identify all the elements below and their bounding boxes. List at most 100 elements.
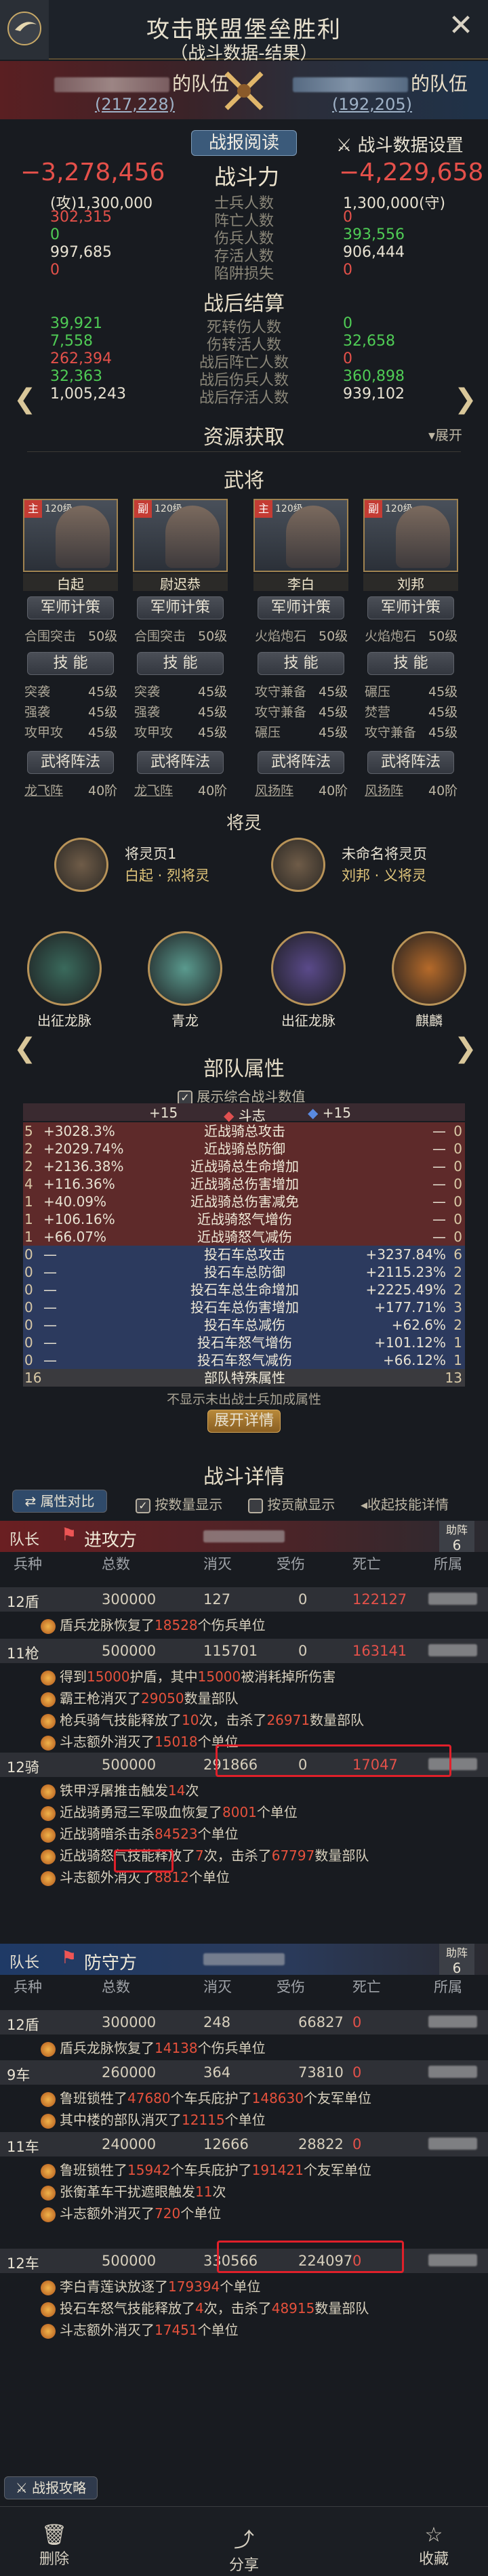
blurred-player-name [203,1530,285,1542]
delete-button[interactable]: 🗑 删除 [20,2523,88,2569]
close-icon[interactable]: ✕ [445,9,477,42]
beast-name: 麒麟 [415,1013,443,1029]
defender-source-count: 0 [453,1193,462,1210]
share-icon: ⤴ [234,2529,254,2552]
strategy-button[interactable]: 军师计策 [258,596,344,619]
troop-group-row[interactable]: 11车 240000 12666 28822 0 [0,2132,488,2156]
skill-icon [41,2091,56,2107]
prev-arrow-icon[interactable]: ❮ [14,1033,37,1064]
troop-group-row[interactable]: 9车 260000 364 73810 0 [0,2060,488,2085]
blurred-owner [428,1593,477,1605]
event-text: 个伤兵单位 [197,2040,266,2056]
troop-total: 300000 [102,2014,157,2030]
defender-power[interactable]: (192,205) [332,95,412,114]
skill-icon [41,1713,56,1729]
skill-name: 碾压 [365,684,391,699]
attribute-row: 2 +2136.38% 近战骑总生命增加 — 0 [23,1158,465,1175]
troop-group-row[interactable]: 11枪 500000 115701 0 163141 [0,1639,488,1663]
defender-bonus: — [432,1123,446,1139]
event-text: 15942 [127,2162,171,2178]
spirit-portrait[interactable] [271,838,325,892]
attacker-source-count: 16 [24,1370,42,1386]
defender-value: 939,102 [343,386,405,403]
troop-group-row[interactable]: 12盾 300000 248 66827 0 [0,2010,488,2035]
event-text: 14138 [155,2040,198,2056]
defender-bonus: — [432,1211,446,1227]
attacker-bonus: — [43,1246,57,1263]
strategy-button[interactable]: 军师计策 [367,596,454,619]
skills-button[interactable]: 技 能 [137,652,224,675]
blurred-name [293,77,408,92]
collect-button[interactable]: ☆ 收藏 [400,2523,468,2569]
option-label: 按贡献显示 [267,1496,336,1513]
skill-event: 鲁班锁牲了47680个车兵庇护了148630个友军单位 [41,2087,371,2109]
star-icon: ☆ [424,2523,443,2547]
commander-portrait[interactable]: 副 120级 [133,499,228,572]
skill-event: 斗志额外消灭了17451个单位 [41,2319,239,2341]
strategy-button[interactable]: 军师计策 [27,596,114,619]
beast-portrait[interactable] [392,931,466,1006]
option-label: 按数量显示 [155,1496,223,1513]
skill-name: 攻守兼备 [255,705,307,720]
expand-details-button[interactable]: 展开详情 [207,1410,281,1433]
commander-portrait[interactable]: 主 120级 [253,499,348,572]
show-by-quantity-checkbox[interactable]: ✓ 按数量显示 [136,1494,222,1513]
skills-button[interactable]: 技 能 [258,652,344,675]
attacker-power[interactable]: (217,228) [95,95,175,114]
event-text: 15000 [197,1669,241,1685]
attribute-compare-button[interactable]: ⇄ 属性对比 [12,1490,107,1513]
battle-guide-button[interactable]: ⚔ 战报攻略 [4,2476,98,2499]
stat-row: 7,558 伤转活人数 32,658 [0,333,488,354]
blurred-owner [428,2254,477,2266]
skills-button[interactable]: 技 能 [27,652,114,675]
stat-row: 1,005,243 战后存活人数 939,102 [0,386,488,407]
event-text: 数量部队 [184,1690,239,1706]
event-text: 枪兵骑气技能释放了 [60,1712,182,1728]
share-button[interactable]: ⤴ 分享 [210,2523,278,2575]
read-report-button[interactable]: 战报阅读 [191,130,297,156]
next-arrow-icon[interactable]: ❯ [454,1033,477,1064]
defender-source-count: 0 [453,1123,462,1139]
defender-bonus: — [432,1158,446,1174]
formation-button[interactable]: 武将阵法 [137,751,224,774]
spirit-portrait[interactable] [54,838,108,892]
troop-type: 12骑 [7,1759,39,1776]
commander-portrait[interactable]: 主 120级 [23,499,118,572]
troop-dead: 163141 [352,1643,407,1659]
beast-portrait[interactable] [271,931,346,1006]
skill-icon [41,1735,56,1751]
resources-title: 资源获取 [203,426,285,449]
beast-portrait[interactable] [148,931,222,1006]
prev-arrow-icon[interactable]: ❮ [14,384,37,415]
strategy-button[interactable]: 军师计策 [137,596,224,619]
defender-bonus: — [432,1229,446,1245]
troop-kill: 127 [203,1591,231,1608]
troop-group-row[interactable]: 12盾 300000 127 0 122127 [0,1587,488,1612]
formation-button[interactable]: 武将阵法 [367,751,454,774]
skill-name: 攻甲攻 [134,725,174,740]
defender-value: 0 [343,209,352,226]
show-by-contribution-checkbox[interactable]: 按贡献显示 [248,1494,335,1513]
attacker-value: 997,685 [50,244,112,261]
share-label: 分享 [228,2557,259,2574]
blue-shield-icon: ◆ [308,1105,323,1121]
collapse-skills-button[interactable]: ◂收起技能详情 [361,1494,449,1513]
skill-level: 45级 [198,684,228,699]
attribute-name: 近战骑怒气增伤 [197,1211,292,1227]
bottom-toolbar: 🗑 删除 ⤴ 分享 ☆ 收藏 [0,2506,488,2576]
attacker-power-change: −3,278,456 [20,159,165,186]
battle-data-settings-button[interactable]: ⚔ 战斗数据设置 [336,131,464,157]
expand-button[interactable]: ▾展开 [428,424,462,444]
next-arrow-icon[interactable]: ❯ [454,384,477,415]
show-combined-stats-checkbox[interactable]: ✓ 展示综合战斗数值 [178,1086,305,1105]
formation-button[interactable]: 武将阵法 [27,751,114,774]
beast-portrait[interactable] [27,931,102,1006]
troop-attributes-title: 部队属性 [203,1057,285,1081]
skill-event: 李白青莲诀放逐了179394个单位 [41,2276,260,2297]
formation-button[interactable]: 武将阵法 [258,751,344,774]
column-label: 消灭 [203,1556,232,1572]
formation-name: 风扬阵 [255,783,294,798]
gem-level: 50级 [428,629,458,644]
skills-button[interactable]: 技 能 [367,652,454,675]
commander-portrait[interactable]: 副 120级 [363,499,458,572]
